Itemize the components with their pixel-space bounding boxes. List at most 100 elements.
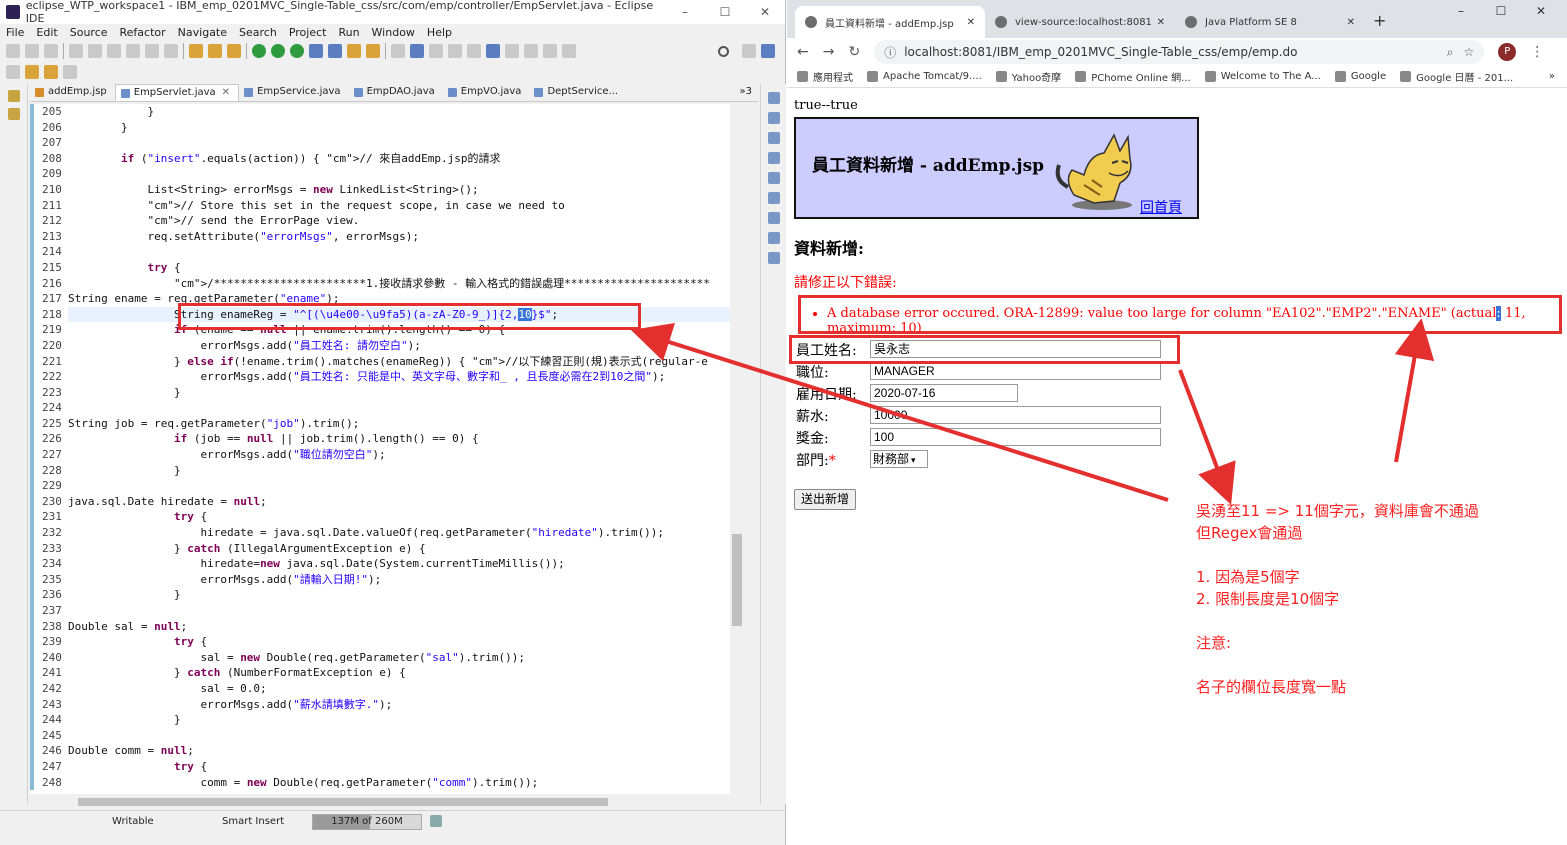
code-line[interactable]: 211 "cm">// Store this set in the reques… <box>30 197 730 214</box>
minimize-icon[interactable]: – <box>1441 4 1481 18</box>
code-line[interactable]: 245 <box>30 727 730 744</box>
menu-window[interactable]: Window <box>372 26 415 39</box>
code-line[interactable]: 210 List<String> errorMsgs = new LinkedL… <box>30 181 730 198</box>
comm-input[interactable]: 100 <box>870 428 1161 446</box>
editor-tab[interactable]: EmpVO.java <box>443 84 530 101</box>
code-line[interactable]: 237 <box>30 603 730 619</box>
code-line[interactable]: 224 <box>30 400 730 416</box>
info-icon[interactable]: ⓘ <box>884 44 896 61</box>
mark-occurrences-icon[interactable] <box>410 44 424 58</box>
bookmark-item[interactable]: PChome Online 網... <box>1075 69 1191 84</box>
code-line[interactable]: 223 } <box>30 384 730 401</box>
data-source-icon[interactable] <box>767 212 780 224</box>
code-line[interactable]: 207 <box>30 135 730 151</box>
menu-search[interactable]: Search <box>239 26 277 39</box>
code-line[interactable]: 215 try { <box>30 259 730 276</box>
new-server-icon[interactable] <box>309 44 323 58</box>
code-line[interactable]: 229 <box>30 478 730 494</box>
menu-edit[interactable]: Edit <box>36 26 57 39</box>
scrollbar-thumb[interactable] <box>78 798 608 806</box>
code-line[interactable]: 238 Double sal = null; <box>30 618 730 635</box>
code-line[interactable]: 227 errorMsgs.add("職位請勿空白"); <box>30 447 730 463</box>
next-annotation-icon[interactable] <box>505 44 519 58</box>
close-tab-icon[interactable]: ✕ <box>967 17 975 28</box>
globe-icon[interactable] <box>486 44 500 58</box>
suspend-icon[interactable] <box>145 44 159 58</box>
run-icon[interactable] <box>271 44 285 58</box>
java-ee-perspective-icon[interactable] <box>761 44 775 58</box>
code-line[interactable]: 213 req.setAttribute("errorMsgs", errorM… <box>30 228 730 245</box>
code-line[interactable]: 232 hiredate = java.sql.Date.valueOf(req… <box>30 525 730 541</box>
minimized-view-icon[interactable] <box>7 90 20 102</box>
code-line[interactable]: 244 } <box>30 712 730 728</box>
terminate-icon[interactable] <box>164 44 178 58</box>
bookmark-item[interactable]: Google 日曆 - 201... <box>1400 69 1513 84</box>
step-return-icon[interactable] <box>227 44 241 58</box>
minimize-icon[interactable]: – <box>665 5 705 19</box>
code-line[interactable]: 236 } <box>30 587 730 603</box>
code-line[interactable]: 228 } <box>30 462 730 479</box>
search-icon[interactable] <box>718 45 729 57</box>
editor-tab[interactable]: addEmp.jsp <box>30 84 115 101</box>
editor-horizontal-scrollbar[interactable] <box>68 796 730 808</box>
word-wrap-icon[interactable] <box>429 44 443 58</box>
code-line[interactable]: 233 } catch (IllegalArgumentException e)… <box>30 540 730 557</box>
show-whitespace-icon[interactable] <box>467 44 481 58</box>
bookmarks-overflow-button[interactable]: » <box>1549 71 1555 82</box>
new-icon[interactable] <box>6 44 20 58</box>
history-forward-icon[interactable] <box>44 65 58 79</box>
menu-kebab-icon[interactable]: ⋮ <box>1530 44 1544 60</box>
code-line[interactable]: 230 java.sql.Date hiredate = null; <box>30 493 730 510</box>
perspective-icon[interactable] <box>742 44 756 58</box>
code-line[interactable]: 243 errorMsgs.add("薪水請填數字."); <box>30 696 730 713</box>
code-line[interactable]: 220 errorMsgs.add("員工姓名: 請勿空白"); <box>30 337 730 354</box>
forward-icon[interactable] <box>543 44 557 58</box>
browser-tab-addemp[interactable]: 員工資料新增 - addEmp.jsp ✕ <box>795 6 985 38</box>
console-icon[interactable] <box>767 152 780 164</box>
code-line[interactable]: 248 comm = new Double(req.getParameter("… <box>30 774 730 791</box>
open-type-icon[interactable] <box>347 44 361 58</box>
code-line[interactable]: 226 if (job == null || job.trim().length… <box>30 431 730 448</box>
maximize-icon[interactable]: ☐ <box>705 5 745 19</box>
close-tab-icon[interactable]: ✕ <box>1157 17 1165 28</box>
close-tab-icon[interactable]: ✕ <box>222 87 230 98</box>
menu-file[interactable]: File <box>6 26 24 39</box>
bookmark-item[interactable]: 應用程式 <box>797 69 853 84</box>
code-line[interactable]: 241 } catch (NumberFormatException e) { <box>30 665 730 681</box>
back-arrow-icon[interactable]: ← <box>797 44 809 60</box>
code-line[interactable]: 205 } <box>30 104 730 120</box>
tab-overflow-button[interactable]: »3 <box>734 84 758 101</box>
annotation-icon[interactable] <box>391 44 405 58</box>
menu-run[interactable]: Run <box>338 26 359 39</box>
bookmark-item[interactable]: Yahoo奇摩 <box>995 69 1061 84</box>
code-line[interactable]: 221 } else if(!ename.trim().matches(enam… <box>30 353 730 370</box>
code-line[interactable]: 225 String job = req.getParameter("job").… <box>30 415 730 432</box>
menu-project[interactable]: Project <box>289 26 327 39</box>
editor-tab[interactable]: EmpService.java <box>239 84 349 101</box>
pin-icon[interactable] <box>562 44 576 58</box>
code-line[interactable]: 216 "cm">/***********************1.接收請求參… <box>30 275 730 292</box>
editor-tab[interactable]: DeptService... <box>529 84 626 101</box>
scrollbar-thumb[interactable] <box>732 534 742 626</box>
sal-input[interactable]: 10000 <box>870 406 1161 424</box>
problems-icon[interactable] <box>767 172 780 184</box>
dept-select[interactable]: 財務部 ▾ <box>870 450 928 468</box>
menu-source[interactable]: Source <box>70 26 108 39</box>
code-line[interactable]: 206 } <box>30 119 730 136</box>
code-line[interactable]: 231 try { <box>30 509 730 526</box>
close-icon[interactable]: ✕ <box>745 5 785 19</box>
profile-avatar[interactable]: P <box>1498 43 1517 61</box>
code-line[interactable]: 214 <box>30 244 730 260</box>
terminal-icon[interactable] <box>88 44 102 58</box>
code-line[interactable]: 247 try { <box>30 758 730 775</box>
code-line[interactable]: 240 sal = new Double(req.getParameter("s… <box>30 649 730 666</box>
reload-icon[interactable]: ↻ <box>848 44 860 60</box>
editor-tab[interactable]: EmpServlet.java ✕ <box>114 84 240 101</box>
zoom-icon[interactable]: ⌕ <box>1447 45 1454 60</box>
properties-icon[interactable] <box>767 252 780 264</box>
back-icon[interactable] <box>524 44 538 58</box>
heap-status[interactable]: 137M of 260M <box>312 814 422 830</box>
print-icon[interactable] <box>69 44 83 58</box>
menu-navigate[interactable]: Navigate <box>178 26 227 39</box>
search-tool-icon[interactable] <box>366 44 380 58</box>
